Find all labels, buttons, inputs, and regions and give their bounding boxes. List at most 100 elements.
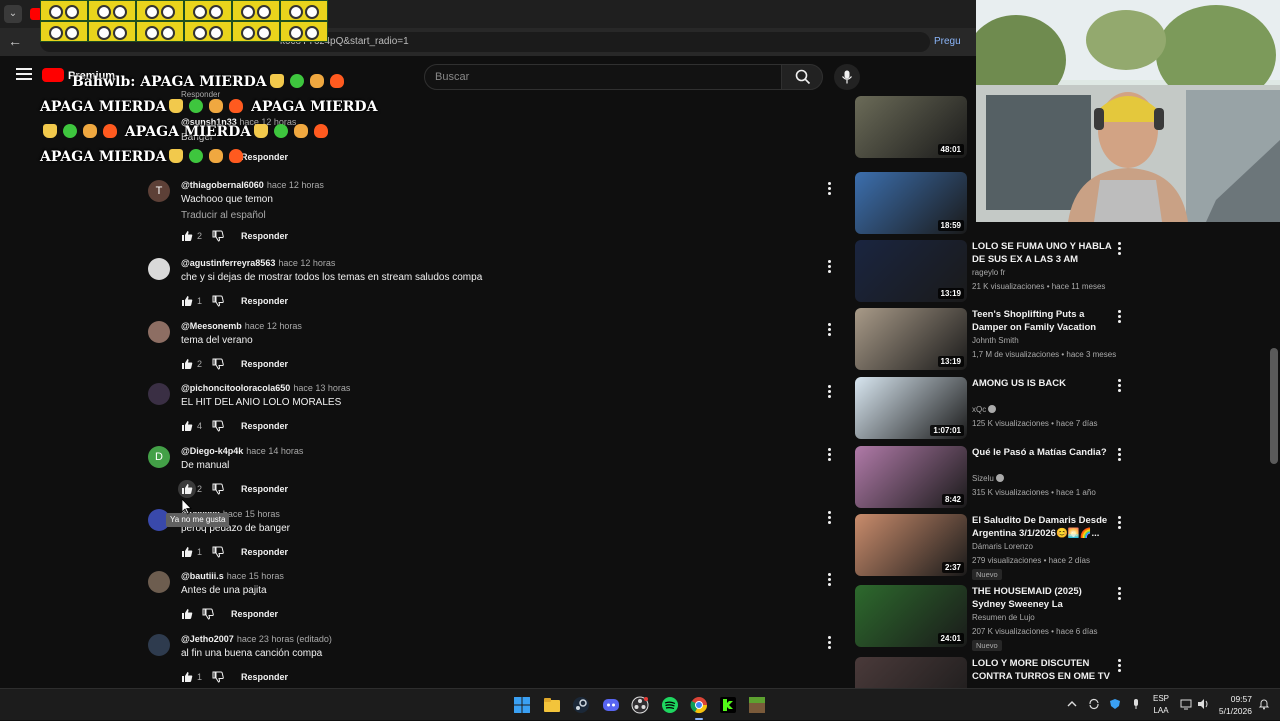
video-title[interactable]: THE HOUSEMAID (2025) Sydney Sweeney La E…	[972, 585, 1112, 611]
comment-author-name[interactable]: @agustinferreyra8563	[181, 258, 275, 268]
avatar[interactable]: D	[148, 446, 170, 468]
video-thumbnail[interactable]: 13:19	[855, 308, 967, 370]
video-more-icon[interactable]	[1116, 242, 1122, 256]
comment-time[interactable]: hace 12 horas	[278, 258, 335, 268]
like-button-icon[interactable]	[181, 358, 193, 370]
like-button-icon[interactable]	[181, 230, 193, 242]
reply-button[interactable]: Responder	[241, 296, 288, 306]
avatar[interactable]	[148, 383, 170, 405]
dislike-button-icon[interactable]	[212, 546, 224, 558]
video-channel[interactable]: rageylo fr	[972, 268, 1005, 277]
avatar[interactable]	[148, 258, 170, 280]
avatar[interactable]: T	[148, 180, 170, 202]
video-more-icon[interactable]	[1116, 310, 1122, 324]
avatar[interactable]	[148, 634, 170, 656]
comment-more-icon[interactable]	[826, 182, 832, 196]
translate-link[interactable]: Traducir al español	[181, 210, 266, 221]
tab-search-dropdown-icon[interactable]: ⌄	[4, 5, 22, 23]
spotify-icon[interactable]	[661, 696, 679, 714]
dislike-button-icon[interactable]	[212, 420, 224, 432]
kick-icon[interactable]	[719, 696, 737, 714]
comment-time[interactable]: hace 23 horas (editado)	[237, 634, 332, 644]
comment-more-icon[interactable]	[826, 511, 832, 525]
microphone-tray-icon[interactable]	[1130, 698, 1142, 710]
search-button[interactable]	[781, 64, 823, 90]
video-more-icon[interactable]	[1116, 659, 1122, 673]
comment-more-icon[interactable]	[826, 636, 832, 650]
comment-author-name[interactable]: @Diego-k4p4k	[181, 446, 243, 456]
avatar[interactable]	[148, 571, 170, 593]
comment-author-name[interactable]: @bautiii.s	[181, 571, 224, 581]
video-title[interactable]: LOLO Y MORE DISCUTEN CONTRA TURROS EN OM…	[972, 657, 1112, 683]
back-arrow-icon[interactable]: ←	[8, 33, 24, 49]
video-title[interactable]: AMONG US IS BACK	[972, 377, 1112, 390]
ask-gemini-button[interactable]: Pregu	[934, 35, 980, 49]
dislike-button-icon[interactable]	[202, 608, 214, 620]
reply-button[interactable]: Responder	[241, 547, 288, 557]
search-input[interactable]: Buscar	[424, 64, 782, 90]
video-channel[interactable]: Sizelu	[972, 474, 1004, 483]
channel-name[interactable]: Resumen de Lujo	[972, 613, 1035, 622]
dislike-button-icon[interactable]	[212, 230, 224, 242]
like-button-icon[interactable]	[181, 671, 193, 683]
reply-button[interactable]: Responder	[241, 421, 288, 431]
network-icon[interactable]	[1180, 698, 1192, 710]
dislike-button-icon[interactable]	[212, 358, 224, 370]
video-thumbnail[interactable]: 2:37	[855, 514, 967, 576]
language-indicator[interactable]: ESP LAA	[1152, 693, 1170, 717]
video-channel[interactable]: xQc	[972, 405, 997, 414]
video-title[interactable]: El Saludito De Damaris Desde Argentina 3…	[972, 514, 1112, 540]
comment-more-icon[interactable]	[826, 260, 832, 274]
chrome-icon[interactable]	[690, 696, 708, 714]
sync-icon[interactable]	[1088, 698, 1100, 710]
comment-time[interactable]: hace 12 horas	[267, 180, 324, 190]
video-title[interactable]: Qué le Pasó a Matías Candia?	[972, 446, 1112, 459]
related-video-item[interactable]: 8:42 Qué le Pasó a Matías Candia? Sizelu…	[855, 446, 1130, 510]
comment-more-icon[interactable]	[826, 573, 832, 587]
video-title[interactable]: Teen's Shoplifting Puts a Damper on Fami…	[972, 308, 1112, 334]
discord-icon[interactable]	[602, 696, 620, 714]
video-thumbnail[interactable]: 1:07:01	[855, 377, 967, 439]
reply-button[interactable]: Responder	[231, 609, 278, 619]
video-title[interactable]: LOLO SE FUMA UNO Y HABLA DE SUS EX A LAS…	[972, 240, 1112, 266]
comment-time[interactable]: hace 13 horas	[293, 383, 350, 393]
hamburger-menu-icon[interactable]	[16, 68, 32, 80]
comment-more-icon[interactable]	[826, 385, 832, 399]
comment-author-name[interactable]: @thiagobernal6060	[181, 180, 264, 190]
related-video-item[interactable]: 24:01 THE HOUSEMAID (2025) Sydney Sweene…	[855, 585, 1130, 651]
dislike-button-icon[interactable]	[212, 671, 224, 683]
video-more-icon[interactable]	[1116, 379, 1122, 393]
comment-time[interactable]: hace 15 horas	[223, 509, 280, 519]
voice-search-button[interactable]	[834, 64, 860, 90]
like-button-icon[interactable]	[181, 608, 193, 620]
like-button-icon[interactable]	[181, 420, 193, 432]
chevron-up-icon[interactable]	[1066, 698, 1078, 710]
comment-author-name[interactable]: @Meesonemb	[181, 321, 242, 331]
related-video-item[interactable]: 13:19 Teen's Shoplifting Puts a Damper o…	[855, 308, 1130, 372]
volume-icon[interactable]	[1197, 698, 1209, 710]
video-channel[interactable]: Dámaris Lorenzo	[972, 542, 1033, 551]
video-thumbnail[interactable]: 18:59	[855, 172, 967, 234]
video-thumbnail[interactable]: 13:19	[855, 240, 967, 302]
comment-author-name[interactable]: @pichoncitooloracola650	[181, 383, 290, 393]
system-clock[interactable]: 09:57 5/1/2026	[1218, 693, 1252, 717]
video-channel[interactable]: Resumen de Lujo	[972, 613, 1035, 622]
dislike-button-icon[interactable]	[212, 483, 224, 495]
partial-reply-label[interactable]: Responder	[181, 90, 220, 99]
windows-start-icon[interactable]	[513, 696, 531, 714]
avatar[interactable]	[148, 321, 170, 343]
shield-icon[interactable]	[1109, 698, 1121, 710]
video-more-icon[interactable]	[1116, 448, 1122, 462]
video-thumbnail[interactable]: 8:42	[855, 446, 967, 508]
video-thumbnail[interactable]: 24:01	[855, 585, 967, 647]
reply-button[interactable]: Responder	[241, 484, 288, 494]
comment-more-icon[interactable]	[826, 323, 832, 337]
reply-button[interactable]: Responder	[241, 152, 288, 162]
notification-bell-icon[interactable]	[1258, 698, 1270, 710]
comment-time[interactable]: hace 15 horas	[227, 571, 284, 581]
page-scrollbar-thumb[interactable]	[1270, 348, 1278, 464]
like-button-icon[interactable]	[181, 483, 193, 495]
video-thumbnail[interactable]: 48:01	[855, 96, 967, 158]
file-explorer-icon[interactable]	[543, 696, 561, 714]
reply-button[interactable]: Responder	[241, 672, 288, 682]
